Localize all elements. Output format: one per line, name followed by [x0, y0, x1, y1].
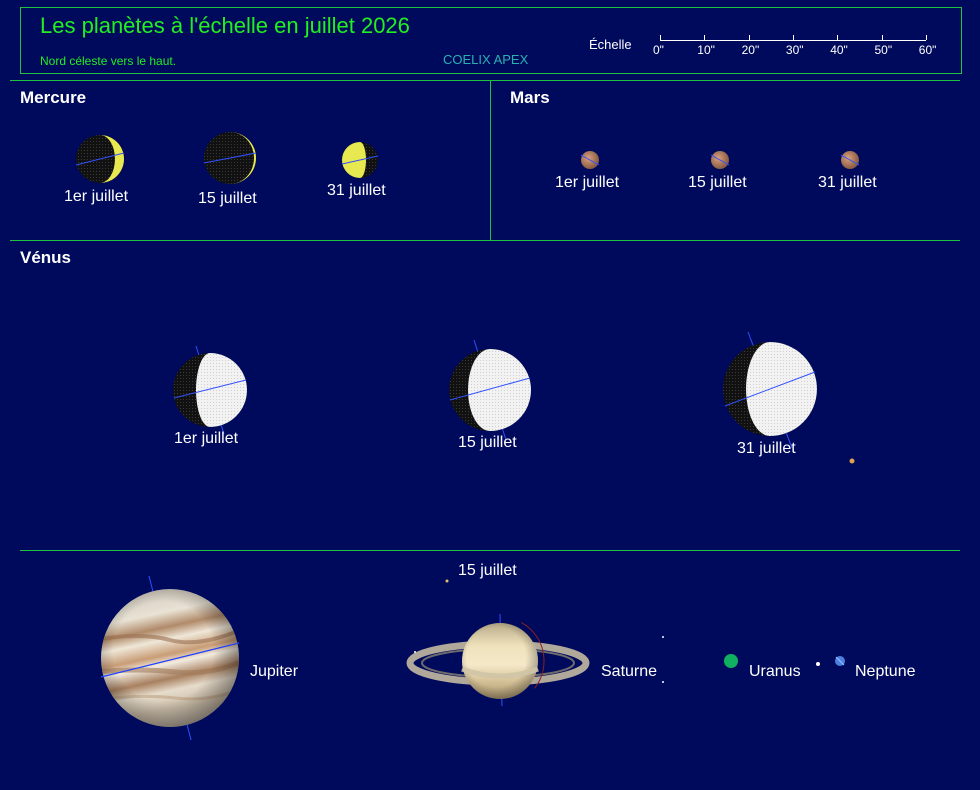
venus-planet-1 — [173, 345, 247, 435]
mars-date-1: 1er juillet — [555, 174, 620, 191]
moon-dot — [662, 681, 664, 683]
jupiter-planet — [100, 575, 240, 741]
venus-date-1: 1er juillet — [174, 430, 239, 447]
neptune-planet — [835, 656, 845, 666]
venus-satellite-dot — [849, 458, 855, 464]
outer-planets-date: 15 juillet — [458, 562, 517, 579]
uranus-planet — [724, 654, 738, 668]
jupiter-label: Jupiter — [250, 663, 299, 680]
uranus-moon-dot — [816, 662, 820, 666]
uranus-label: Uranus — [749, 663, 801, 680]
venus-planet-2 — [449, 339, 531, 441]
neptune-label: Neptune — [855, 663, 916, 680]
mercury-date-3: 31 juillet — [327, 182, 386, 199]
mars-planet-1 — [580, 151, 600, 169]
mercury-planet-3 — [341, 142, 379, 178]
moon-dot — [662, 636, 664, 638]
moon-dot — [414, 651, 416, 653]
mercury-date-2: 15 juillet — [198, 190, 257, 207]
venus-planet-3 — [723, 331, 817, 449]
mars-planet-3 — [840, 151, 860, 169]
planet-chart: Les planètes à l'échelle en juillet 2026… — [0, 0, 980, 790]
mercury-planet-1 — [75, 135, 125, 183]
mercury-date-1: 1er juillet — [64, 188, 129, 205]
mars-date-3: 31 juillet — [818, 174, 877, 191]
mars-date-2: 15 juillet — [688, 174, 747, 191]
venus-date-2: 15 juillet — [458, 434, 517, 451]
planet-scene — [75, 132, 860, 741]
mars-planet-2 — [710, 151, 730, 169]
mercury-planet-2 — [203, 132, 257, 184]
venus-date-3: 31 juillet — [737, 440, 796, 457]
saturn-label: Saturne — [601, 663, 658, 680]
moon-dot — [445, 579, 449, 583]
saturn-planet — [406, 613, 590, 707]
